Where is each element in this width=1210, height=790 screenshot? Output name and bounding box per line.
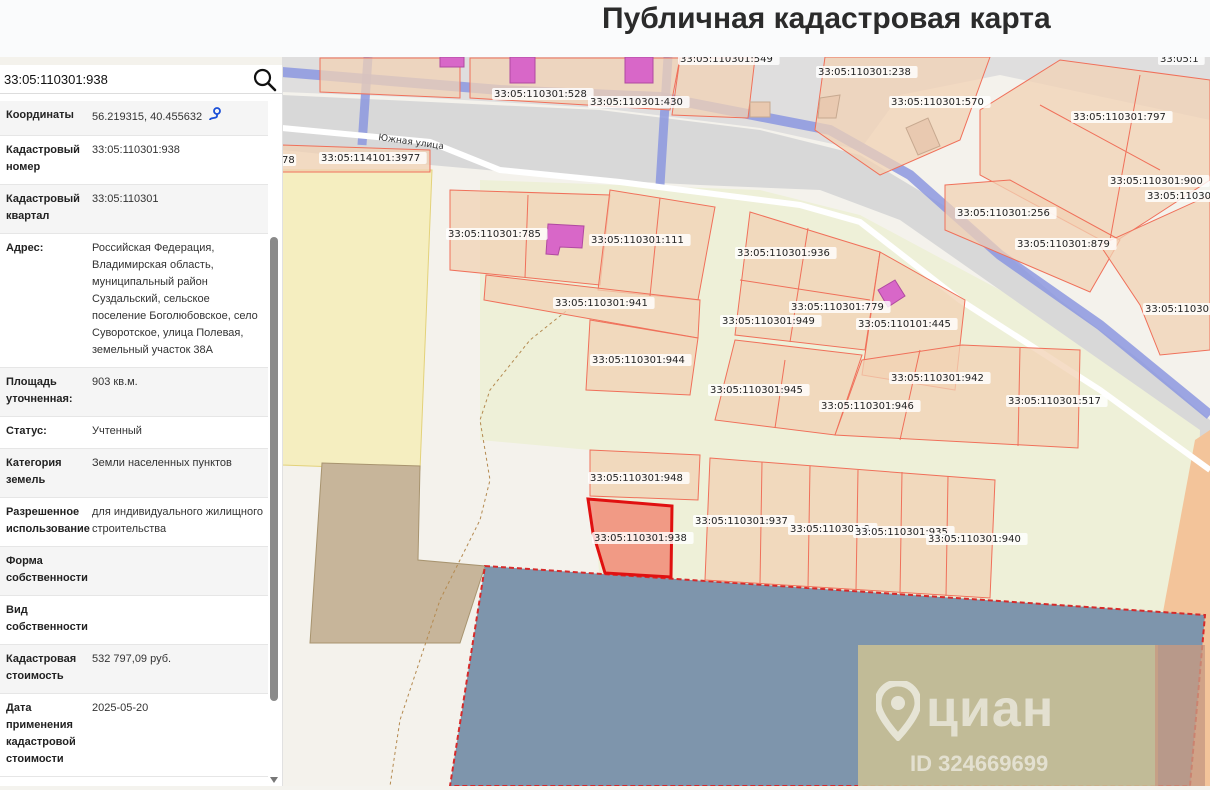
coordinates-value: 56.219315, 40.455632	[92, 110, 203, 123]
parcel-label: 33:05:110301:517	[1008, 396, 1101, 407]
info-row-value-date: Дата применения кадастровой стоимости 20…	[0, 694, 268, 777]
row-label: Разрешенное использование	[6, 506, 90, 535]
parcel-label: 33:05:110301:940	[928, 534, 1021, 545]
row-label: Координаты	[6, 109, 74, 121]
row-label: Кадастровая стоимость	[6, 653, 77, 682]
row-value: 56.219315, 40.455632	[90, 101, 268, 135]
watermark-id: ID 324669699	[910, 751, 1049, 776]
tan-zone-right	[1155, 645, 1205, 786]
parcel-label: 33:05:110301:948	[590, 473, 683, 484]
row-value: Российская Федерация, Владимирская облас…	[92, 242, 258, 356]
row-value: для индивидуального жилищного строительс…	[92, 506, 264, 535]
info-row-ownership-type: Вид собственности	[0, 596, 268, 645]
parcel-label: 33:05:110301:949	[722, 316, 815, 327]
parcel-label: 33:05:110301:797	[1073, 112, 1166, 123]
info-row-cad-quarter: Кадастровый квартал 33:05:110301	[0, 185, 268, 234]
parcel-label: 33:05:114101:3977	[321, 153, 420, 164]
row-label: Вид собственности	[6, 604, 88, 633]
parcel[interactable]	[671, 57, 756, 119]
info-row-coordinates: Координаты 56.219315, 40.455632	[0, 101, 268, 136]
parcel-label: 33:05:110301:238	[818, 67, 911, 78]
scrollbar-thumb[interactable]	[270, 237, 278, 701]
info-row-cad-number: Кадастровый номер 33:05:110301:938	[0, 136, 268, 185]
row-value: 33:05:110301	[92, 193, 159, 205]
search-button[interactable]	[252, 67, 278, 93]
parcel-label: 33:05:110301:879	[1017, 239, 1110, 250]
parcel-label: 33:05:110301:256	[957, 208, 1050, 219]
row-value: Учтенный	[92, 425, 142, 437]
info-panel: Координаты 56.219315, 40.455632 Кадастро…	[0, 65, 283, 786]
parcel-label: 33:05:110301:936	[737, 248, 830, 259]
row-label: Кадастровый номер	[6, 144, 80, 173]
row-value	[90, 547, 268, 595]
parcel-label: 33:05:110301:111	[591, 235, 684, 246]
parcel-label: 33:05:110301:779	[791, 302, 884, 313]
info-row-land-category: Категория земель Земли населенных пункто…	[0, 449, 268, 498]
row-value: Земли населенных пунктов	[92, 457, 232, 469]
row-label: Дата применения кадастровой стоимости	[6, 702, 76, 765]
location-pin-icon	[876, 681, 920, 741]
watermark-brand: циан	[926, 680, 1055, 738]
row-value: 532 797,09 руб.	[92, 653, 172, 665]
parcel-label: 33:05:110301:945	[710, 385, 803, 396]
row-label: Форма собственности	[6, 555, 88, 584]
parcel-label: 33:05:110101:445	[858, 319, 951, 330]
info-row-address: Адрес: Российская Федерация, Владимирска…	[0, 234, 268, 368]
row-label: Кадастровый квартал	[6, 193, 80, 222]
parcel-label: 33:05:110301	[1147, 191, 1210, 202]
parcel-label: 33:05:110301:785	[448, 229, 541, 240]
row-label: Категория земель	[6, 457, 62, 486]
header-bar: Публичная кадастровая карта	[0, 0, 1210, 57]
scroll-down-arrow[interactable]	[268, 772, 280, 783]
row-label: Статус:	[6, 425, 47, 437]
row-label: Адрес:	[6, 242, 44, 254]
parcel-label: 33:05:1	[1160, 57, 1199, 65]
parcel-label: 33:05:110301:601	[1145, 304, 1210, 315]
info-rows: Координаты 56.219315, 40.455632 Кадастро…	[0, 101, 268, 777]
parcel-label: 33:05:110301:937	[695, 516, 788, 527]
row-value: 903 кв.м.	[92, 376, 138, 388]
route-pin-icon[interactable]	[208, 107, 222, 127]
parcel[interactable]	[319, 57, 461, 99]
row-label: Площадь уточненная:	[6, 376, 73, 405]
parcel-label: 33:05:110301:549	[680, 57, 773, 65]
page-title: Публичная кадастровая карта	[602, 2, 1051, 35]
parcel-label: 78	[282, 155, 295, 166]
parcel-label: 33:05:110301:942	[891, 373, 984, 384]
row-value	[90, 596, 268, 644]
info-row-cad-value: Кадастровая стоимость 532 797,09 руб.	[0, 645, 268, 694]
parcel-label: 33:05:110301:430	[590, 97, 683, 108]
yellow-zone	[281, 169, 433, 471]
parcel-label: 33:05:110301:941	[555, 298, 648, 309]
info-row-ownership-form: Форма собственности	[0, 547, 268, 596]
parcel-label: 33:05:110301:900	[1110, 176, 1203, 187]
info-row-area: Площадь уточненная: 903 кв.м.	[0, 368, 268, 417]
parcel-label: 33:05:110301:944	[592, 355, 685, 366]
row-value: 2025-05-20	[92, 702, 149, 714]
search-bar	[0, 65, 282, 94]
parcel-label: 33:05:110301:528	[494, 89, 587, 100]
info-row-permitted-use: Разрешенное использование для индивидуал…	[0, 498, 268, 547]
info-row-status: Статус: Учтенный	[0, 417, 268, 449]
search-icon	[253, 68, 277, 92]
parcel-label: 33:05:110301:946	[821, 401, 914, 412]
search-input[interactable]	[4, 69, 244, 89]
parcel-label: 33:05:110301:570	[891, 97, 984, 108]
row-value: 33:05:110301:938	[92, 144, 180, 156]
parcel-label: 33:05:110301:938	[594, 533, 687, 544]
